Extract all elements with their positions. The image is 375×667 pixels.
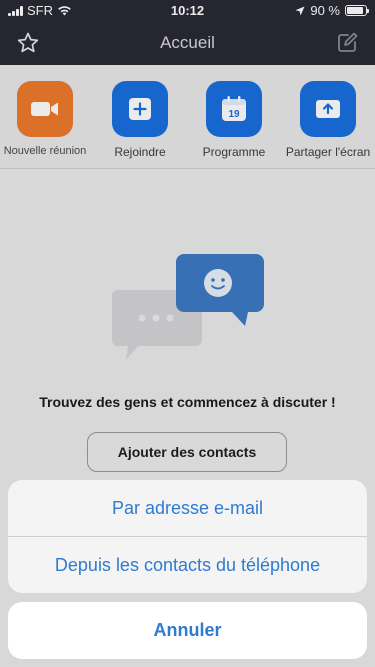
by-email-option[interactable]: Par adresse e-mail (8, 480, 367, 536)
from-phone-contacts-option[interactable]: Depuis les contacts du téléphone (8, 537, 367, 593)
action-sheet: Par adresse e-mail Depuis les contacts d… (8, 480, 367, 593)
cancel-button[interactable]: Annuler (8, 602, 367, 659)
